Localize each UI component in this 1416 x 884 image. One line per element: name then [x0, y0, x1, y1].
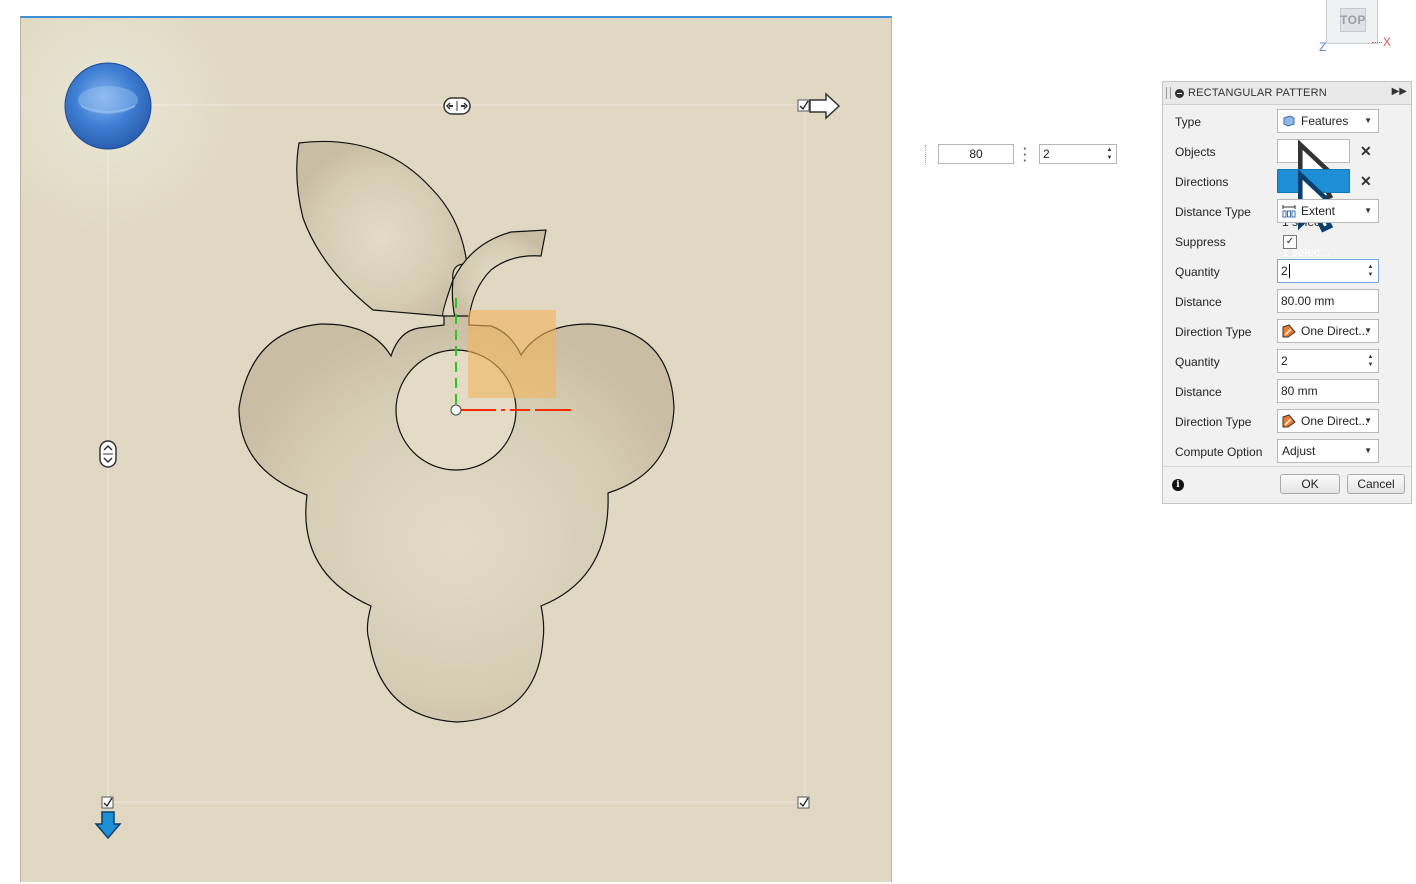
instance-checkbox-bottom-right[interactable]	[797, 796, 810, 809]
chevron-down-icon: ▼	[1364, 326, 1372, 335]
direction-type-1-dropdown[interactable]: One Direct... ▼	[1277, 319, 1379, 343]
cancel-button[interactable]: Cancel	[1347, 474, 1405, 494]
expand-icon[interactable]: ▶▶	[1392, 86, 1407, 97]
direction-type-2-label: Direction Type	[1175, 415, 1252, 429]
axis-x-line-indicator	[1372, 42, 1382, 44]
quantity-1-value: 2	[1281, 264, 1288, 278]
one-direction-icon	[1282, 414, 1296, 428]
compute-option-value: Adjust	[1282, 444, 1316, 458]
axis-x-label: X	[1383, 35, 1392, 49]
directions-selector[interactable]: 1 selec...	[1277, 169, 1350, 259]
direction-arrow-right-icon[interactable]	[809, 92, 841, 120]
inline-quantity-value: 2	[1043, 147, 1050, 161]
ok-button[interactable]: OK	[1280, 474, 1340, 494]
instance-checkbox-bottom-left[interactable]	[101, 796, 114, 809]
type-label: Type	[1175, 115, 1202, 129]
objects-selector[interactable]: 1 selec...	[1277, 139, 1350, 229]
compute-option-dropdown[interactable]: Adjust ▼	[1277, 439, 1379, 463]
chevron-down-icon: ▼	[1364, 206, 1372, 215]
view-cube-top-face[interactable]: TOP	[1340, 8, 1366, 32]
direction-type-1-label: Direction Type	[1175, 325, 1252, 339]
inline-value-inputs: 80 · · · 2 ▲ ▼	[925, 142, 1117, 167]
chevron-down-icon: ▼	[1364, 446, 1372, 455]
sphere-body	[64, 62, 152, 150]
quantity-1-input[interactable]: 2 ▲ ▼	[1277, 259, 1379, 283]
axis-z-label: Z	[1319, 40, 1327, 54]
suppress-checkbox[interactable]: ✓	[1283, 235, 1297, 249]
inline-quantity-input[interactable]: 2 ▲ ▼	[1039, 144, 1117, 164]
distance-type-label: Distance Type	[1175, 205, 1251, 219]
distance-1-input[interactable]: 80.00 mm	[1277, 289, 1379, 313]
clear-objects-icon[interactable]: ✕	[1360, 143, 1372, 160]
distance-type-value: Extent	[1301, 204, 1336, 218]
quantity-1-stepper[interactable]: ▲ ▼	[1365, 263, 1376, 279]
inline-grip-handle[interactable]	[925, 145, 936, 165]
direction-type-2-dropdown[interactable]: One Direct... ▼	[1277, 409, 1379, 433]
vertical-spacing-handle[interactable]	[99, 440, 117, 468]
dialog-header[interactable]: RECTANGULAR PATTERN ▶▶	[1163, 82, 1411, 105]
direction-type-1-value: One Direct...	[1301, 324, 1369, 338]
compute-option-label: Compute Option	[1175, 445, 1263, 459]
extent-icon	[1282, 205, 1296, 218]
suppress-label: Suppress	[1175, 235, 1226, 249]
rectangular-pattern-dialog: RECTANGULAR PATTERN ▶▶ Type Features ▼ O…	[1162, 81, 1412, 504]
instance-checkbox-top-right[interactable]	[797, 99, 810, 112]
collapse-icon[interactable]	[1175, 89, 1184, 98]
distance-1-label: Distance	[1175, 295, 1222, 309]
inline-quantity-stepper[interactable]: ▲ ▼	[1104, 146, 1115, 162]
quantity-2-input[interactable]: 2 ▲ ▼	[1277, 349, 1379, 373]
canvas-viewport[interactable]	[20, 16, 892, 882]
distance-2-label: Distance	[1175, 385, 1222, 399]
type-dropdown[interactable]: Features ▼	[1277, 109, 1379, 133]
quantity-2-label: Quantity	[1175, 355, 1220, 369]
quantity-1-label: Quantity	[1175, 265, 1220, 279]
direction-type-2-value: One Direct...	[1301, 414, 1369, 428]
distance-type-dropdown[interactable]: Extent ▼	[1277, 199, 1379, 223]
chevron-down-icon: ▼	[1364, 416, 1372, 425]
model-scene[interactable]	[21, 18, 893, 884]
more-options-icon[interactable]: · · ·	[1023, 142, 1027, 167]
features-icon	[1283, 115, 1295, 127]
one-direction-icon	[1282, 324, 1296, 338]
quantity-2-stepper[interactable]: ▲ ▼	[1365, 353, 1376, 369]
dialog-footer: i OK Cancel	[1163, 466, 1411, 503]
pattern-preview-body	[468, 310, 556, 398]
directions-label: Directions	[1175, 175, 1229, 189]
info-icon[interactable]: i	[1172, 479, 1184, 491]
origin-point[interactable]	[450, 404, 462, 416]
direction-arrow-down-icon[interactable]	[94, 811, 122, 840]
view-cube[interactable]: TOP	[1326, 0, 1378, 44]
grape-feature[interactable]	[238, 140, 675, 723]
inline-distance-input[interactable]: 80	[938, 144, 1014, 164]
horizontal-spacing-handle[interactable]	[443, 97, 471, 115]
clear-directions-icon[interactable]: ✕	[1360, 173, 1372, 190]
dialog-title: RECTANGULAR PATTERN	[1188, 87, 1327, 99]
distance-2-input[interactable]: 80 mm	[1277, 379, 1379, 403]
chevron-down-icon: ▼	[1364, 116, 1372, 125]
quantity-2-value: 2	[1281, 354, 1288, 368]
dialog-drag-handle[interactable]	[1166, 87, 1171, 99]
objects-label: Objects	[1175, 145, 1216, 159]
type-value: Features	[1301, 114, 1349, 128]
